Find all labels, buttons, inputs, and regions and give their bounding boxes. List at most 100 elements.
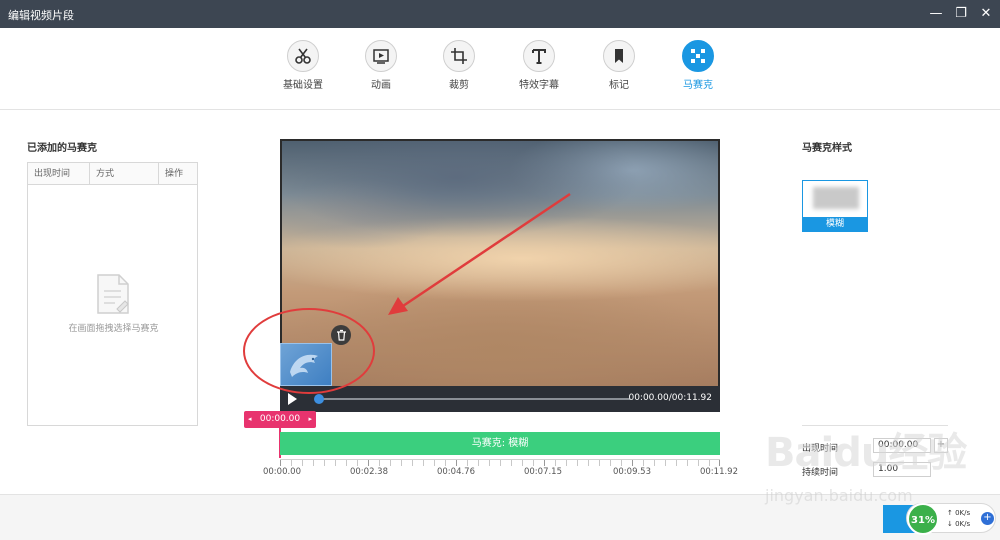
seek-bar[interactable] — [314, 394, 630, 404]
watermark-url: jingyan.baidu.com — [765, 486, 913, 505]
ruler-tick — [434, 460, 435, 466]
ruler-tick — [335, 460, 336, 466]
bookmark-icon — [603, 40, 635, 72]
ruler-tick — [654, 460, 655, 466]
ruler-tick — [313, 460, 314, 466]
tab-animation[interactable]: 动画 — [346, 40, 416, 91]
trash-icon — [336, 329, 346, 341]
mosaic-track[interactable]: 马赛克: 模糊 — [280, 432, 720, 455]
ruler-label: 00:04.76 — [436, 467, 475, 477]
ruler-tick — [423, 460, 424, 466]
ruler-tick — [346, 460, 347, 466]
mosaic-style-title: 马赛克样式 — [802, 143, 852, 154]
minimize-button[interactable]: — — [925, 4, 947, 24]
ruler-tick — [522, 460, 523, 466]
tab-basic-settings[interactable]: 基础设置 — [268, 40, 338, 91]
ruler-tick — [467, 460, 468, 466]
column-header: 方式 — [90, 163, 159, 185]
ruler-label: 00:07.15 — [523, 467, 562, 477]
column-header: 出现时间 — [28, 163, 90, 185]
mosaic-region[interactable] — [280, 343, 332, 386]
ruler-tick — [280, 460, 281, 466]
ruler-tick — [632, 460, 633, 466]
playhead-marker[interactable]: ◂ 00:00.00 ▸ — [244, 411, 316, 428]
ruler-tick — [291, 460, 292, 466]
scissors-icon — [287, 40, 319, 72]
ruler-tick — [401, 460, 402, 466]
column-header: 操作 — [165, 169, 184, 179]
ruler-tick — [610, 460, 611, 466]
tab-crop[interactable]: 裁剪 — [424, 40, 494, 91]
ruler-tick — [719, 460, 720, 466]
ruler-tick — [412, 460, 413, 466]
ruler-tick — [500, 460, 501, 466]
ruler-tick — [456, 460, 457, 466]
video-preview[interactable]: 00:00.00/00:11.92 — [280, 139, 720, 412]
ruler-label: 00:09.53 — [612, 467, 651, 477]
ruler-tick — [643, 460, 644, 466]
video-frame[interactable] — [282, 141, 718, 386]
added-mosaic-title: 已添加的马赛克 — [27, 143, 97, 154]
empty-document-icon — [95, 273, 131, 318]
delete-mosaic-button[interactable] — [331, 325, 351, 345]
ruler-tick — [511, 460, 512, 466]
tab-label: 标记 — [609, 80, 629, 91]
ruler-tick — [302, 460, 303, 466]
download-speed: ↓ 0K/s — [947, 520, 971, 528]
ruler-label: 00:11.92 — [699, 467, 738, 477]
ruler-tick — [621, 460, 622, 466]
tab-label: 动画 — [371, 80, 391, 91]
style-option-label: 模糊 — [803, 217, 867, 231]
marker-time: 00:00.00 — [259, 414, 301, 424]
style-option-blur[interactable]: 模糊 — [802, 180, 868, 232]
maximize-button[interactable]: ❐ — [950, 4, 972, 24]
ruler-tick — [577, 460, 578, 466]
seek-handle[interactable] — [314, 394, 324, 404]
playback-timecode: 00:00.00/00:11.92 — [628, 393, 712, 403]
watermark: Baidu经验 jingyan.baidu.com — [745, 420, 995, 520]
tab-label: 特效字幕 — [519, 80, 559, 91]
tool-tabs: 基础设置 动画 裁剪 特效字幕 标记 马赛克 — [0, 28, 1000, 110]
timeline-ruler — [280, 459, 720, 466]
ruler-tick — [489, 460, 490, 466]
dolphin-icon — [290, 354, 318, 377]
player-controls: 00:00.00/00:11.92 — [280, 386, 720, 412]
ruler-label: 00:02.38 — [349, 467, 388, 477]
play-icon[interactable] — [288, 393, 297, 405]
ruler-label: 00:00.00 — [262, 467, 301, 477]
mosaic-list-header: 出现时间 方式 操作 — [28, 163, 197, 185]
ruler-tick — [566, 460, 567, 466]
tab-label: 基础设置 — [283, 80, 323, 91]
watermark-text: Baidu经验 — [765, 430, 967, 476]
tab-label: 马赛克 — [683, 80, 713, 91]
ruler-tick — [676, 460, 677, 466]
close-button[interactable]: ✕ — [975, 4, 997, 24]
empty-hint-text: 在画面拖拽选择马赛克 — [68, 324, 159, 334]
ruler-tick — [445, 460, 446, 466]
ruler-tick — [665, 460, 666, 466]
window-title: 编辑视频片段 — [8, 9, 74, 22]
tab-mark[interactable]: 标记 — [584, 40, 654, 91]
ruler-tick — [588, 460, 589, 466]
tab-mosaic[interactable]: 马赛克 — [663, 40, 733, 91]
ruler-tick — [478, 460, 479, 466]
ruler-tick — [599, 460, 600, 466]
marker-right-icon[interactable]: ▸ — [308, 411, 312, 428]
ruler-tick — [368, 460, 369, 466]
mosaic-icon — [682, 40, 714, 72]
ruler-tick — [544, 460, 545, 466]
ruler-tick — [687, 460, 688, 466]
title-bar: 编辑视频片段 — ❐ ✕ — [0, 0, 1000, 28]
ruler-tick — [379, 460, 380, 466]
tab-effect-subtitle[interactable]: 特效字幕 — [504, 40, 574, 91]
marker-left-icon[interactable]: ◂ — [248, 411, 252, 428]
mosaic-list-panel: 出现时间 方式 操作 在画面拖拽选择马赛克 — [27, 162, 198, 426]
ruler-tick — [357, 460, 358, 466]
ruler-tick — [533, 460, 534, 466]
ruler-tick — [698, 460, 699, 466]
ruler-tick — [324, 460, 325, 466]
crop-icon — [443, 40, 475, 72]
text-t-icon — [523, 40, 555, 72]
ruler-tick — [555, 460, 556, 466]
tab-label: 裁剪 — [449, 80, 469, 91]
